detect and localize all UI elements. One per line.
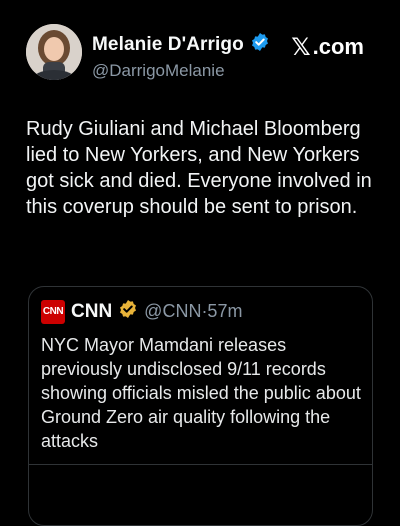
x-brand: 𝕏 .com (291, 33, 364, 61)
cnn-avatar[interactable]: CNN (41, 299, 65, 324)
brand-suffix: .com (312, 34, 364, 59)
avatar[interactable] (26, 24, 82, 80)
verified-badge-icon (250, 32, 270, 57)
author-info: Melanie D'Arrigo @DarrigoMelanie (92, 32, 270, 81)
display-name[interactable]: Melanie D'Arrigo (92, 34, 244, 56)
quoted-tweet-header: CNN CNN @CNN·57m (41, 299, 242, 324)
quoted-handle-time[interactable]: @CNN·57m (144, 301, 242, 322)
gold-verified-badge-icon (118, 299, 138, 324)
quoted-tweet-text: NYC Mayor Mamdani releases previously un… (41, 335, 361, 451)
tweet-header: Melanie D'Arrigo @DarrigoMelanie 𝕏 .com (26, 24, 376, 84)
quoted-tweet[interactable]: CNN CNN @CNN·57m NYC Mayor Mamdani relea… (28, 286, 373, 526)
tweet-text: Rudy Giuliani and Michael Bloomberg lied… (26, 118, 372, 218)
avatar-image (26, 24, 82, 80)
author-handle[interactable]: @DarrigoMelanie (92, 61, 270, 81)
x-logo-icon: 𝕏 (291, 33, 311, 61)
quoted-divider (29, 464, 372, 465)
quoted-display-name[interactable]: CNN (71, 301, 112, 323)
